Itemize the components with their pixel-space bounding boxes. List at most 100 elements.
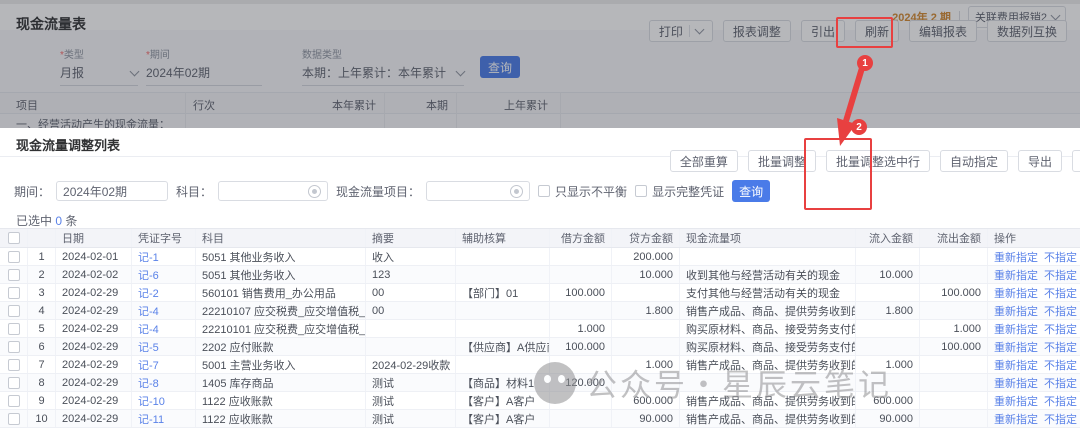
voucher-link[interactable]: 记-10: [138, 393, 165, 409]
reassign-link[interactable]: 重新指定: [994, 285, 1038, 301]
row-checkbox[interactable]: [0, 410, 28, 427]
recalc-all-button[interactable]: 全部重算: [670, 150, 738, 172]
header-inflow: 流入金额: [856, 229, 920, 247]
unassign-link[interactable]: 不指定: [1044, 411, 1077, 427]
selected-count: 已选中 0 条: [16, 212, 77, 229]
row-actions: 重新指定不指定: [988, 284, 1080, 301]
checkbox-icon[interactable]: [8, 232, 20, 244]
voucher-link[interactable]: 记-7: [138, 357, 159, 373]
checkbox-icon[interactable]: [8, 341, 20, 353]
row-checkbox[interactable]: [0, 392, 28, 409]
row-aux: 【客户】A客户: [456, 392, 550, 409]
reassign-link[interactable]: 重新指定: [994, 375, 1038, 391]
picker-icon[interactable]: [308, 185, 321, 198]
partial-button[interactable]: [1072, 150, 1080, 172]
picker-icon[interactable]: [510, 185, 523, 198]
export-list-button[interactable]: 导出: [1018, 150, 1062, 172]
voucher-cell: 记-1: [132, 248, 196, 265]
row-number: 7: [28, 356, 56, 373]
unassign-link[interactable]: 不指定: [1044, 285, 1077, 301]
row-inflow: 600.000: [856, 392, 920, 409]
row-checkbox[interactable]: [0, 302, 28, 319]
row-number: 9: [28, 392, 56, 409]
filter-subject-input[interactable]: [218, 181, 328, 201]
dialog-filters: 期间： 2024年02期 科目： 现金流量项目： 只显示不平衡 显示完整凭证 查…: [14, 180, 770, 202]
row-checkbox[interactable]: [0, 320, 28, 337]
voucher-cell: 记-6: [132, 266, 196, 283]
reassign-link[interactable]: 重新指定: [994, 303, 1038, 319]
reassign-link[interactable]: 重新指定: [994, 267, 1038, 283]
table-row: 82024-02-29记-81405 库存商品测试【商品】材料1120.000重…: [0, 374, 1080, 392]
batch-adjust-button[interactable]: 批量调整: [748, 150, 816, 172]
reassign-link[interactable]: 重新指定: [994, 321, 1038, 337]
row-cashflow-item: 销售产成品、商品、提供劳务收到的现金: [680, 410, 856, 427]
row-debit: 1.000: [550, 320, 612, 337]
header-date: 日期: [56, 229, 132, 247]
reassign-link[interactable]: 重新指定: [994, 393, 1038, 409]
unassign-link[interactable]: 不指定: [1044, 303, 1077, 319]
row-subject: 5051 其他业务收入: [196, 266, 366, 283]
checkbox-icon[interactable]: [8, 251, 20, 263]
row-aux: 【商品】材料1: [456, 374, 550, 391]
voucher-link[interactable]: 记-2: [138, 285, 159, 301]
checkbox-icon[interactable]: [8, 359, 20, 371]
checkbox-icon[interactable]: [8, 305, 20, 317]
row-summary: 00: [366, 284, 456, 301]
unassign-link[interactable]: 不指定: [1044, 249, 1077, 265]
checkbox-icon[interactable]: [8, 287, 20, 299]
filter-cashflow-input[interactable]: [426, 181, 530, 201]
row-summary: 测试: [366, 374, 456, 391]
checkbox-icon[interactable]: [8, 413, 20, 425]
header-actions: 操作: [988, 229, 1080, 247]
reassign-link[interactable]: 重新指定: [994, 249, 1038, 265]
select-all-checkbox[interactable]: [0, 229, 28, 247]
header-summary: 摘要: [366, 229, 456, 247]
unassign-link[interactable]: 不指定: [1044, 321, 1077, 337]
full-voucher-checkbox[interactable]: 显示完整凭证: [635, 183, 724, 200]
checkbox-icon[interactable]: [538, 185, 550, 197]
voucher-link[interactable]: 记-5: [138, 339, 159, 355]
voucher-link[interactable]: 记-1: [138, 249, 159, 265]
unbalanced-checkbox[interactable]: 只显示不平衡: [538, 183, 627, 200]
reassign-link[interactable]: 重新指定: [994, 339, 1038, 355]
auto-assign-button[interactable]: 自动指定: [940, 150, 1008, 172]
row-aux: [456, 248, 550, 265]
reassign-link[interactable]: 重新指定: [994, 357, 1038, 373]
unassign-link[interactable]: 不指定: [1044, 267, 1077, 283]
checkbox-icon[interactable]: [8, 395, 20, 407]
batch-adjust-selected-button[interactable]: 批量调整选中行: [826, 150, 930, 172]
row-checkbox[interactable]: [0, 338, 28, 355]
row-checkbox[interactable]: [0, 248, 28, 265]
row-cashflow-item: 购买原材料、商品、接受劳务支付的现金: [680, 338, 856, 355]
row-checkbox[interactable]: [0, 284, 28, 301]
voucher-link[interactable]: 记-4: [138, 303, 159, 319]
checkbox-icon[interactable]: [8, 269, 20, 281]
voucher-link[interactable]: 记-8: [138, 375, 159, 391]
row-credit: 1.800: [612, 302, 680, 319]
row-aux: 【供应商】A供应商: [456, 338, 550, 355]
voucher-link[interactable]: 记-11: [138, 411, 164, 427]
reassign-link[interactable]: 重新指定: [994, 411, 1038, 427]
checkbox-icon[interactable]: [8, 323, 20, 335]
checkbox-icon[interactable]: [635, 185, 647, 197]
row-checkbox[interactable]: [0, 374, 28, 391]
row-summary: 2024-02-29收款: [366, 356, 456, 373]
unassign-link[interactable]: 不指定: [1044, 357, 1077, 373]
row-checkbox[interactable]: [0, 356, 28, 373]
row-checkbox[interactable]: [0, 266, 28, 283]
row-inflow: [856, 320, 920, 337]
row-actions: 重新指定不指定: [988, 356, 1080, 373]
unassign-link[interactable]: 不指定: [1044, 375, 1077, 391]
row-outflow: [920, 410, 988, 427]
voucher-cell: 记-7: [132, 356, 196, 373]
filter-period-input[interactable]: 2024年02期: [56, 181, 168, 201]
dialog-query-button[interactable]: 查询: [732, 180, 770, 202]
voucher-link[interactable]: 记-6: [138, 267, 159, 283]
unassign-link[interactable]: 不指定: [1044, 393, 1077, 409]
checkbox-icon[interactable]: [8, 377, 20, 389]
unassign-link[interactable]: 不指定: [1044, 339, 1077, 355]
row-number: 10: [28, 410, 56, 427]
row-cashflow-item: 销售产成品、商品、提供劳务收到的现金: [680, 392, 856, 409]
voucher-link[interactable]: 记-4: [138, 321, 159, 337]
voucher-cell: 记-5: [132, 338, 196, 355]
